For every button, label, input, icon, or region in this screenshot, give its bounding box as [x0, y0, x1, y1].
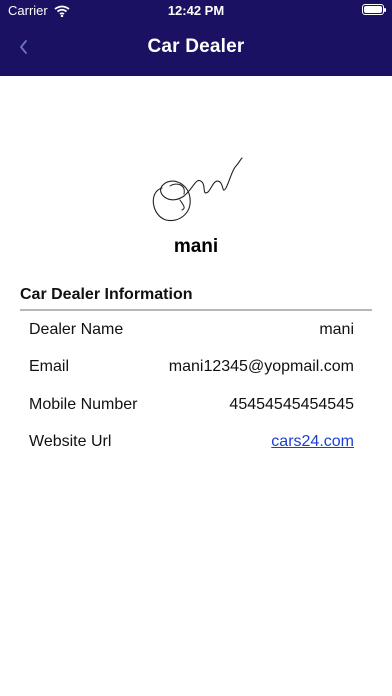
- info-label: Mobile Number: [29, 396, 138, 413]
- info-row-mobile-number: Mobile Number 45454545454545: [29, 396, 354, 418]
- status-bar: Carrier 12:42 PM: [0, 0, 392, 20]
- info-value: mani12345@yopmail.com: [168, 358, 354, 375]
- page-title: Car Dealer: [147, 36, 245, 57]
- info-label: Email: [29, 358, 70, 375]
- dealer-name-heading: mani: [173, 236, 219, 257]
- info-row-website-url: Website Url cars24.com: [29, 433, 354, 455]
- app-header: Carrier 12:42 PM Car Dealer: [0, 0, 392, 76]
- info-row-email: Email mani12345@yopmail.com: [29, 358, 354, 380]
- info-value: 45454545454545: [229, 396, 354, 413]
- signature-image: [152, 157, 243, 222]
- info-row-dealer-name: Dealer Name mani: [29, 321, 354, 343]
- website-link[interactable]: cars24.com: [271, 433, 354, 451]
- section-title: Car Dealer Information: [20, 286, 193, 303]
- status-time: 12:42 PM: [167, 3, 225, 18]
- info-label: Dealer Name: [29, 321, 124, 338]
- info-label: Website Url: [29, 433, 112, 450]
- battery-icon: [362, 4, 386, 15]
- section-divider: [20, 309, 372, 311]
- info-value: mani: [319, 321, 354, 338]
